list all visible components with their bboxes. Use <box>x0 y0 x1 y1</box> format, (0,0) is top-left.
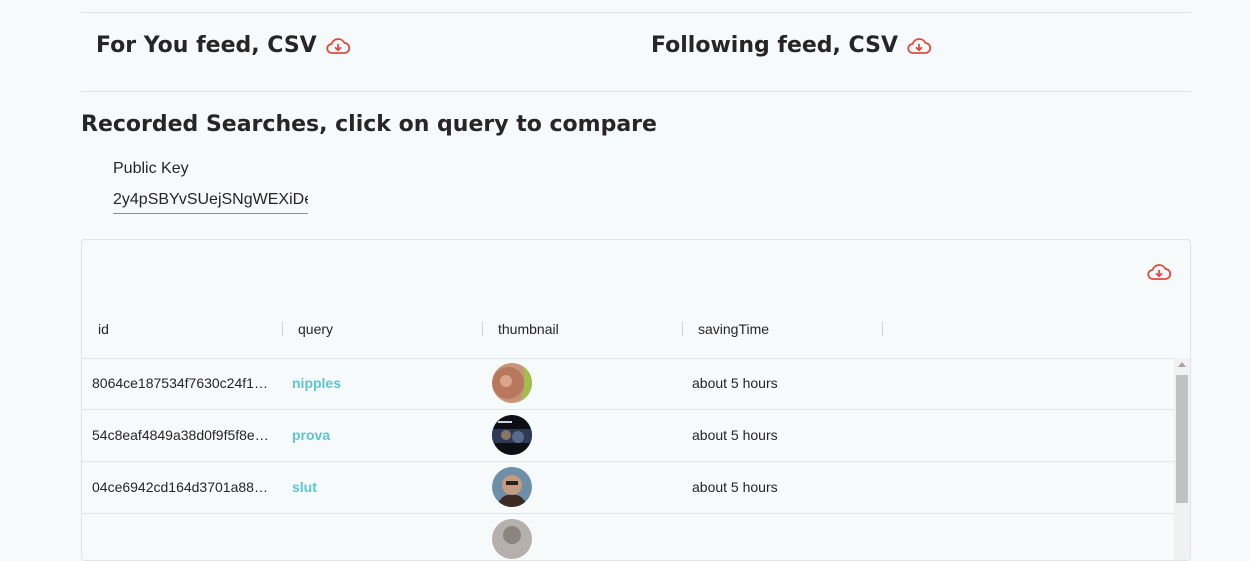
for-you-feed-title: For You feed, CSV <box>96 33 317 58</box>
for-you-feed-header: For You feed, CSV <box>96 33 351 58</box>
row-thumbnail <box>492 467 532 507</box>
row-saving-time: about 5 hours <box>692 375 778 391</box>
cloud-download-icon[interactable] <box>325 36 351 56</box>
column-header-query[interactable]: query <box>298 321 333 337</box>
column-separator[interactable] <box>682 322 683 336</box>
recorded-searches-table: id query thumbnail savingTime 8064ce1875… <box>81 239 1191 561</box>
column-header-thumbnail[interactable]: thumbnail <box>498 321 559 337</box>
table-row <box>82 514 1174 560</box>
column-header-savingtime[interactable]: savingTime <box>698 321 769 337</box>
following-feed-header: Following feed, CSV <box>651 33 932 58</box>
row-thumbnail <box>492 519 532 559</box>
following-feed-title: Following feed, CSV <box>651 33 898 58</box>
row-id: 8064ce187534f7630c24f1d4... <box>92 375 272 391</box>
section-divider <box>81 91 1191 92</box>
public-key-input[interactable] <box>113 187 308 214</box>
column-header-id[interactable]: id <box>98 321 109 337</box>
table-scrollbar[interactable] <box>1174 358 1190 560</box>
table-row: 04ce6942cd164d3701a88d2... slut about 5 … <box>82 462 1174 514</box>
row-id: 04ce6942cd164d3701a88d2... <box>92 479 272 495</box>
table-header: id query thumbnail savingTime <box>82 303 1190 359</box>
column-separator[interactable] <box>282 322 283 336</box>
row-query-link[interactable]: prova <box>292 427 330 443</box>
scrollbar-thumb[interactable] <box>1176 375 1188 503</box>
scroll-up-arrow-icon[interactable] <box>1178 362 1186 367</box>
table-row: 54c8eaf4849a38d0f9f5f8e6... prova about … <box>82 410 1174 462</box>
top-divider <box>81 12 1191 13</box>
recorded-searches-title: Recorded Searches, click on query to com… <box>81 112 657 137</box>
row-query-link[interactable]: slut <box>292 479 317 495</box>
row-thumbnail <box>492 363 532 403</box>
cloud-download-icon[interactable] <box>906 36 932 56</box>
table-row: 8064ce187534f7630c24f1d4... nipples abou… <box>82 358 1174 410</box>
row-id: 54c8eaf4849a38d0f9f5f8e6... <box>92 427 272 443</box>
column-separator[interactable] <box>482 322 483 336</box>
public-key-label: Public Key <box>113 160 189 177</box>
row-saving-time: about 5 hours <box>692 427 778 443</box>
cloud-download-icon[interactable] <box>1146 262 1172 282</box>
row-thumbnail <box>492 415 532 455</box>
row-query-link[interactable]: nipples <box>292 375 341 391</box>
row-saving-time: about 5 hours <box>692 479 778 495</box>
column-separator[interactable] <box>882 322 883 336</box>
